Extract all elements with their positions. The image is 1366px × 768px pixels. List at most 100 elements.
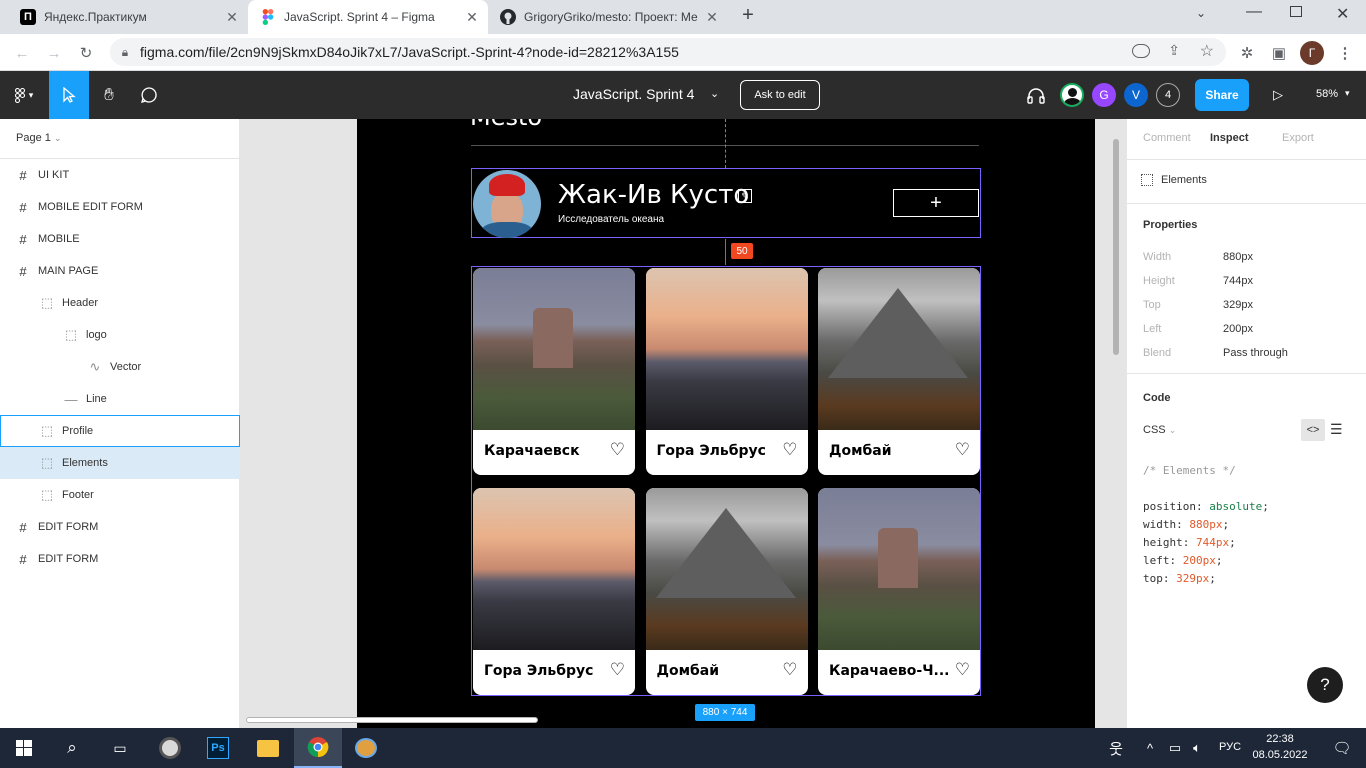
help-button[interactable]: ? (1307, 667, 1343, 703)
layer-item[interactable]: # MOBILE (0, 223, 240, 255)
browser-tab-yandex[interactable]: П Яндекс.Практикум ✕ (8, 0, 248, 34)
share-page-icon[interactable]: ⇪ (1168, 42, 1180, 59)
close-window-icon[interactable]: ✕ (1336, 4, 1349, 24)
page-selector[interactable]: Page 1 ⌄ (16, 132, 61, 144)
like-heart-icon[interactable]: ♡ (610, 660, 625, 680)
people-icon[interactable]: 웃 (1092, 728, 1140, 768)
move-tool-icon[interactable] (49, 71, 89, 119)
add-card-button[interactable]: + (893, 189, 979, 217)
maximize-icon[interactable] (1290, 6, 1302, 17)
like-heart-icon[interactable]: ♡ (610, 440, 625, 460)
back-icon[interactable]: ← (9, 40, 35, 66)
card-image[interactable] (818, 268, 980, 430)
tab-inspect[interactable]: Inspect (1210, 132, 1249, 144)
collaborator-avatar[interactable] (1060, 83, 1084, 107)
share-button[interactable]: Share (1195, 79, 1249, 111)
reload-icon[interactable]: ↻ (73, 40, 99, 66)
browser-menu-icon[interactable]: ⋮ (1332, 40, 1358, 66)
layer-item[interactable]: ⬚ Header (0, 287, 240, 319)
layer-item[interactable]: ⬚ Elements (0, 447, 240, 479)
card-image[interactable] (645, 488, 808, 650)
layer-item[interactable]: # MAIN PAGE (0, 255, 240, 287)
layer-item[interactable]: ⬚ Footer (0, 479, 240, 511)
main-page-frame[interactable]: Mesto Жак-Ив Кусто ✎ Исследователь океан… (357, 119, 1095, 728)
new-tab-button[interactable]: + (736, 4, 760, 30)
collaborator-avatar-g[interactable]: G (1092, 83, 1116, 107)
like-heart-icon[interactable]: ♡ (782, 660, 797, 680)
design-canvas[interactable]: Mesto Жак-Ив Кусто ✎ Исследователь океан… (240, 119, 1126, 728)
place-card[interactable]: Карачаево-Ч... ♡ (818, 488, 980, 695)
chrome-icon[interactable] (294, 728, 342, 768)
property-value[interactable]: 744px (1223, 275, 1253, 287)
property-value[interactable]: 880px (1223, 251, 1253, 263)
yandex-browser-icon[interactable] (146, 728, 194, 768)
side-panel-icon[interactable]: ▣ (1266, 40, 1292, 66)
layer-item[interactable]: ∿ Vector (0, 351, 240, 383)
eye-off-icon[interactable] (1132, 44, 1150, 58)
horizontal-scrollbar[interactable] (246, 717, 538, 723)
browser-tab-github[interactable]: GrigoryGriko/mesto: Проект: Ме ✕ (488, 0, 728, 34)
property-value[interactable]: 200px (1223, 323, 1253, 335)
layer-item[interactable]: ⬚ logo (0, 319, 240, 351)
battery-icon[interactable]: ▭ (1164, 728, 1186, 768)
windows-start-icon[interactable] (0, 728, 48, 768)
hand-tool-icon[interactable]: ✋︎ (89, 71, 129, 119)
show-hidden-icons-icon[interactable]: ^ (1140, 728, 1160, 768)
zoom-level[interactable]: 58% (1316, 88, 1338, 100)
like-heart-icon[interactable]: ♡ (955, 660, 970, 680)
notifications-icon[interactable]: 🗨︎ (1318, 728, 1366, 768)
profile-avatar[interactable]: Г (1300, 41, 1324, 65)
input-language[interactable]: РУС (1219, 741, 1241, 753)
search-icon[interactable]: ⌕ (48, 728, 96, 768)
close-tab-icon[interactable]: ✕ (222, 9, 242, 26)
like-heart-icon[interactable]: ♡ (782, 440, 797, 460)
edit-profile-icon[interactable]: ✎ (738, 189, 752, 203)
chevron-down-icon[interactable]: ⌄ (710, 87, 719, 100)
place-card[interactable]: Домбай ♡ (818, 268, 980, 475)
clock-date[interactable]: 08.05.2022 (1250, 749, 1310, 761)
elements-selection[interactable]: Карачаевск ♡ Гора Эльбрус ♡ Домбай ♡ Гора Эльб… (471, 266, 981, 696)
place-card[interactable]: Карачаевск ♡ (473, 268, 635, 475)
card-image[interactable] (473, 488, 635, 650)
code-view-icon[interactable]: <> (1301, 419, 1325, 441)
profile-section[interactable]: Жак-Ив Кусто ✎ Исследователь океана + (471, 168, 981, 238)
comment-tool-icon[interactable] (129, 71, 169, 119)
layer-item[interactable]: — Line (0, 383, 240, 415)
viewer-count[interactable]: 4 (1156, 83, 1180, 107)
present-play-icon[interactable]: ▷ (1266, 71, 1290, 119)
layer-item[interactable]: ⬚ Profile (0, 415, 240, 447)
file-title[interactable]: JavaScript. Sprint 4 (573, 86, 694, 102)
clock-time[interactable]: 22:38 (1253, 733, 1307, 745)
browser-tab-figma[interactable]: JavaScript. Sprint 4 – Figma ✕ (248, 0, 488, 34)
close-tab-icon[interactable]: ✕ (462, 9, 482, 26)
vertical-scrollbar[interactable] (1113, 139, 1119, 355)
zoom-chevron-icon[interactable]: ▾ (1345, 88, 1350, 99)
card-image[interactable] (818, 488, 980, 650)
file-explorer-icon[interactable] (244, 728, 292, 768)
place-card[interactable]: Гора Эльбрус ♡ (645, 268, 808, 475)
place-card[interactable]: Гора Эльбрус ♡ (473, 488, 635, 695)
forward-icon[interactable]: → (41, 40, 67, 66)
photoshop-icon[interactable]: Ps (194, 728, 242, 768)
figma-main-menu-icon[interactable]: ▾ (0, 71, 48, 119)
bookmark-star-icon[interactable]: ☆ (1200, 41, 1214, 61)
layer-item[interactable]: # UI KIT (0, 159, 240, 191)
layer-item[interactable]: # EDIT FORM (0, 511, 240, 543)
like-heart-icon[interactable]: ♡ (955, 440, 970, 460)
task-view-icon[interactable]: ▭ (96, 728, 144, 768)
card-image[interactable] (645, 268, 808, 430)
audio-headphones-icon[interactable] (1024, 71, 1048, 119)
tab-search-icon[interactable]: ⌄ (1196, 6, 1216, 20)
tab-export[interactable]: Export (1282, 132, 1314, 144)
place-card[interactable]: Домбай ♡ (645, 488, 808, 695)
card-image[interactable] (473, 268, 635, 430)
property-value[interactable]: Pass through (1223, 347, 1288, 359)
tab-comment[interactable]: Comment (1143, 132, 1191, 144)
address-bar[interactable]: 🔒︎ figma.com/file/2cn9N9jSkmxD84oJik7xL7… (110, 38, 1226, 66)
ask-to-edit-button[interactable]: Ask to edit (740, 80, 820, 110)
paint-app-icon[interactable] (342, 728, 390, 768)
extensions-icon[interactable]: ✲ (1234, 40, 1260, 66)
minimize-icon[interactable]: — (1246, 3, 1262, 21)
volume-icon[interactable]: 🔈︎ (1186, 728, 1208, 768)
close-tab-icon[interactable]: ✕ (702, 9, 722, 26)
